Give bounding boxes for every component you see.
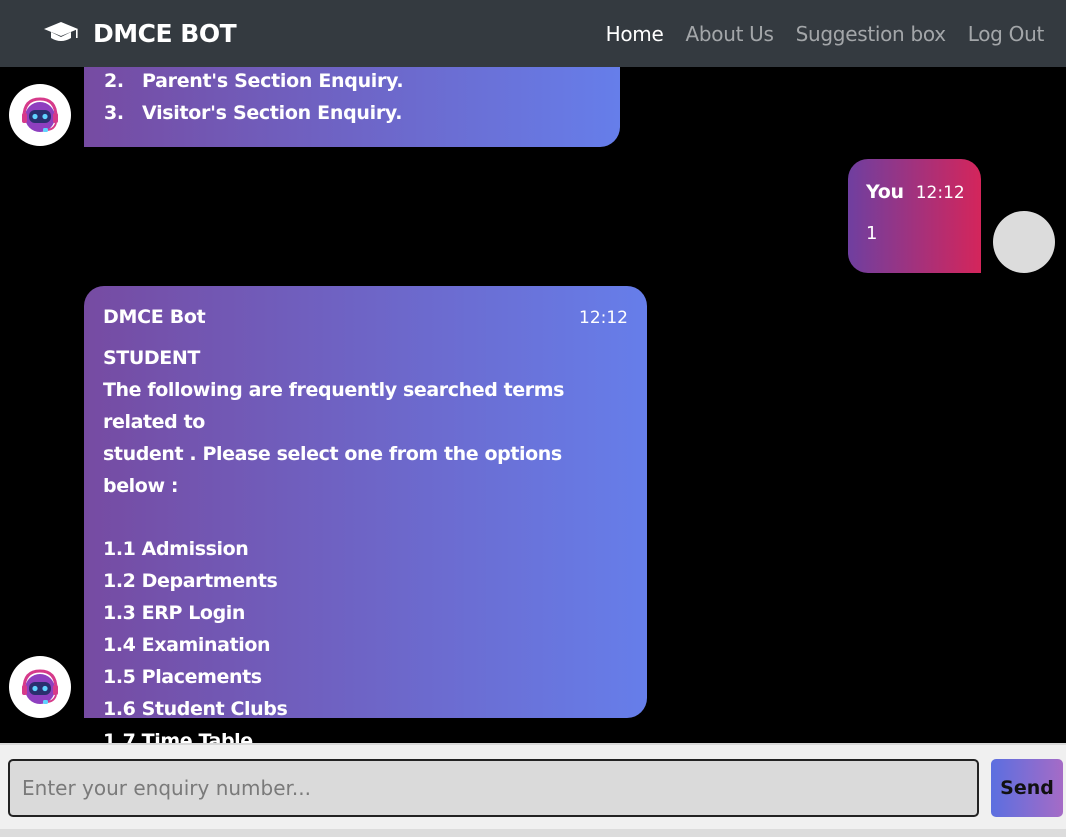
option-time-table: 1.7 Time Table [103,730,253,743]
graduation-cap-icon [43,20,79,48]
bot-message-partial: 2. Parent's Section Enquiry. 3. Visitor'… [84,67,620,147]
bot-avatar [9,656,71,718]
user-message-time: 12:12 [915,183,965,203]
message-line: student . Please select one from the opt… [103,443,562,497]
navbar: DMCE BOT Home About Us Suggestion box Lo… [0,0,1066,67]
horizontal-scrollbar[interactable] [0,829,1066,837]
brand[interactable]: DMCE BOT [43,19,237,48]
option-departments: 1.2 Departments [103,570,278,592]
user-avatar [993,211,1055,273]
chat-area[interactable]: 2. Parent's Section Enquiry. 3. Visitor'… [0,67,1066,743]
enquiry-input[interactable] [8,759,979,817]
bot-message: DMCE Bot 12:12 STUDENT The following are… [84,286,647,743]
option-examination: 1.4 Examination [103,634,271,656]
robot-icon [22,669,58,704]
bot-message-time: 12:12 [579,308,628,328]
list-item: 2. Parent's Section Enquiry. [104,70,404,92]
nav-suggestion-box[interactable]: Suggestion box [796,22,946,46]
user-message: You 12:12 1 [848,159,981,273]
nav-log-out[interactable]: Log Out [968,22,1045,46]
option-admission: 1.1 Admission [103,538,249,560]
nav-home[interactable]: Home [606,22,664,46]
message-input-bar: Send [0,743,1066,837]
message-line: STUDENT [103,347,200,369]
user-sender-name: You [866,181,904,203]
bot-message-body: STUDENT The following are frequently sea… [103,342,628,743]
message-line-blank [103,502,628,533]
bot-sender-name: DMCE Bot [103,306,206,328]
robot-icon [22,97,58,132]
user-message-text: 1 [866,223,878,244]
send-button[interactable]: Send [991,759,1063,817]
list-item: 3. Visitor's Section Enquiry. [104,102,403,124]
option-placements: 1.5 Placements [103,666,262,688]
nav-links: Home About Us Suggestion box Log Out [606,22,1045,46]
option-student-clubs: 1.6 Student Clubs [103,698,288,720]
brand-title: DMCE BOT [93,19,237,48]
message-line: The following are frequently searched te… [103,379,565,433]
bot-avatar [9,84,71,146]
option-erp-login: 1.3 ERP Login [103,602,246,624]
nav-about-us[interactable]: About Us [685,22,773,46]
